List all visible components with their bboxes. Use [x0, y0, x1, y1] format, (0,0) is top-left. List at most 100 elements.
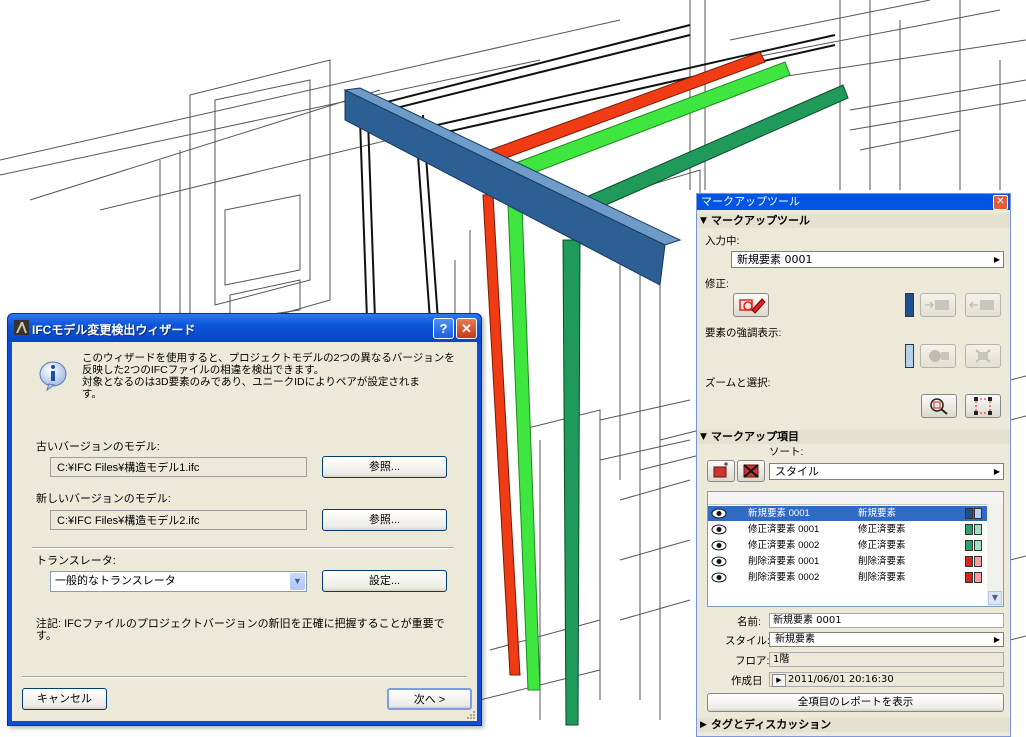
note-line-1: 注記: IFCファイルのプロジェクトバージョンの新旧を正確に把握することが重要で [36, 618, 445, 630]
list-item[interactable]: 修正済要素 0001 修正済要素 [708, 522, 987, 537]
floor-label: フロア: [735, 655, 770, 667]
browse-old-button[interactable]: 参照... [322, 456, 447, 478]
close-button[interactable]: ✕ [456, 318, 477, 339]
delete-markup-item-button[interactable] [737, 460, 765, 482]
scroll-down-icon[interactable]: ▼ [988, 591, 1002, 605]
input-entry-value: 新規要素 0001 [737, 253, 813, 266]
new-item-icon [713, 462, 728, 478]
eye-icon[interactable] [711, 508, 727, 519]
old-model-label: 古いバージョンのモデル: [36, 441, 160, 453]
new-model-label: 新しいバージョンのモデル: [36, 493, 171, 505]
add-element-icon [925, 300, 949, 310]
eye-icon[interactable] [711, 540, 727, 551]
eye-icon[interactable] [711, 572, 727, 583]
item-highlight-swatch [974, 572, 982, 583]
item-name: 削除済要素 0001 [748, 556, 820, 567]
note-line-2: す。 [36, 630, 57, 642]
item-style: 削除済要素 [858, 556, 906, 567]
created-value: 2011/06/01 20:16:30 [788, 674, 894, 685]
triangle-right-icon[interactable]: ▶ [772, 674, 786, 687]
highlight-clear-icon [975, 349, 991, 363]
highlight-show-button[interactable] [920, 344, 956, 368]
item-color-swatch [965, 540, 973, 551]
created-label: 作成日 [731, 675, 763, 687]
resize-grip-icon[interactable] [465, 709, 475, 719]
name-field[interactable]: 新規要素 0001 [769, 613, 1004, 628]
style-popup[interactable]: 新規要素 ▶ [769, 632, 1004, 647]
list-item[interactable]: 削除済要素 0001 削除済要素 [708, 554, 987, 569]
section-tags-discussion-label: タグとディスカッション [711, 718, 832, 731]
eye-icon[interactable] [711, 556, 727, 567]
list-item[interactable]: 修正済要素 0002 修正済要素 [708, 538, 987, 553]
help-button[interactable]: ? [433, 318, 454, 339]
section-markup-tools[interactable]: ▼ マークアップツール [697, 214, 1010, 228]
triangle-down-icon: ▼ [700, 432, 707, 442]
translator-select[interactable]: 一般的なトランスレータ ▼ [50, 571, 307, 592]
cancel-button[interactable]: キャンセル [22, 688, 107, 710]
triangle-down-icon: ▼ [700, 216, 707, 226]
description-line-1: このウィザードを使用すると、プロジェクトモデルの2つの異なるバージョンを [82, 352, 455, 364]
ifc-change-detection-wizard: IFCモデル変更検出ウィザード ? ✕ このウィザードを使用すると、プロジェクト… [7, 313, 482, 726]
zoom-to-button[interactable] [921, 394, 957, 418]
created-field: ▶ 2011/06/01 20:16:30 [769, 672, 1004, 687]
item-style: 新規要素 [858, 508, 897, 519]
select-marquee-icon [974, 397, 992, 415]
sort-popup[interactable]: スタイル ▶ [769, 463, 1004, 480]
select-elements-button[interactable] [965, 394, 1001, 418]
floor-field: 1階 [769, 652, 1004, 667]
report-all-button[interactable]: 全項目のレポートを表示 [707, 693, 1004, 712]
item-style: 修正済要素 [858, 524, 906, 535]
section-tags-discussion[interactable]: ▶ タグとディスカッション [697, 718, 1010, 732]
style-label: スタイル: [725, 635, 770, 647]
item-name: 新規要素 0001 [748, 508, 810, 519]
browse-new-button[interactable]: 参照... [322, 509, 447, 531]
new-markup-item-button[interactable] [707, 460, 735, 482]
list-item[interactable]: 新規要素 0001 新規要素 [708, 506, 987, 521]
name-label: 名前: [737, 616, 761, 628]
separator [32, 547, 454, 549]
input-entry-popup[interactable]: 新規要素 0001 ▶ [731, 251, 1004, 268]
input-label: 入力中: [705, 235, 740, 247]
highlight-clear-button[interactable] [965, 344, 1001, 368]
sort-value: スタイル [775, 465, 819, 478]
item-name: 修正済要素 0001 [748, 524, 820, 535]
wizard-note: 注記: IFCファイルのプロジェクトバージョンの新旧を正確に把握することが重要で… [36, 618, 456, 642]
markup-title: マークアップツール [701, 195, 800, 208]
next-button[interactable]: 次へ > [387, 688, 472, 710]
markup-items-list[interactable]: 新規要素 0001 新規要素 修正済要素 0001 修正済要素 修正済要素 0002 修正… [707, 491, 1004, 607]
section-markup-items-label: マークアップ項目 [711, 430, 799, 443]
info-icon [39, 361, 67, 391]
translator-settings-button[interactable]: 設定... [322, 570, 447, 592]
eye-icon[interactable] [711, 524, 727, 535]
modify-label: 修正: [705, 278, 729, 290]
list-item[interactable]: 削除済要素 0002 削除済要素 [708, 570, 987, 585]
wizard-titlebar[interactable]: IFCモデル変更検出ウィザード ? ✕ [8, 314, 481, 342]
bottom-separator [22, 676, 467, 678]
section-markup-items[interactable]: ▼ マークアップ項目 [697, 430, 1010, 444]
style-value: 新規要素 [775, 634, 815, 645]
modify-edit-button[interactable] [733, 293, 769, 317]
pencil-markup-icon [739, 298, 766, 314]
highlight-color-swatch[interactable] [905, 344, 914, 368]
item-color-swatch [965, 572, 973, 583]
remove-from-markup-button[interactable] [965, 293, 1001, 317]
modify-color-swatch[interactable] [905, 293, 914, 317]
add-to-markup-button[interactable] [920, 293, 956, 317]
markup-close-button[interactable]: ✕ [993, 195, 1008, 210]
triangle-right-icon: ▶ [993, 255, 1000, 264]
new-model-path-field[interactable]: C:¥IFC Files¥構造モデル2.ifc [50, 510, 307, 530]
description-line-4: す。 [82, 388, 102, 400]
zoom-magnifier-icon [930, 398, 948, 415]
archicad-app-icon [14, 320, 29, 335]
old-model-path-field[interactable]: C:¥IFC Files¥構造モデル1.ifc [50, 457, 307, 477]
delete-item-icon [743, 464, 759, 478]
item-color-swatch [965, 556, 973, 567]
markup-titlebar[interactable]: マークアップツール ✕ [697, 194, 1010, 210]
item-color-swatch [965, 524, 973, 535]
zoom-label: ズームと選択: [705, 377, 771, 389]
triangle-right-icon: ▶ [993, 635, 1000, 644]
vertical-scrollbar[interactable]: ▼ [987, 504, 1003, 606]
item-style: 修正済要素 [858, 540, 906, 551]
markup-tool-palette: マークアップツール ✕ ▼ マークアップツール 入力中: 新規要素 0001 ▶… [696, 193, 1011, 737]
chevron-down-icon[interactable]: ▼ [290, 573, 305, 590]
